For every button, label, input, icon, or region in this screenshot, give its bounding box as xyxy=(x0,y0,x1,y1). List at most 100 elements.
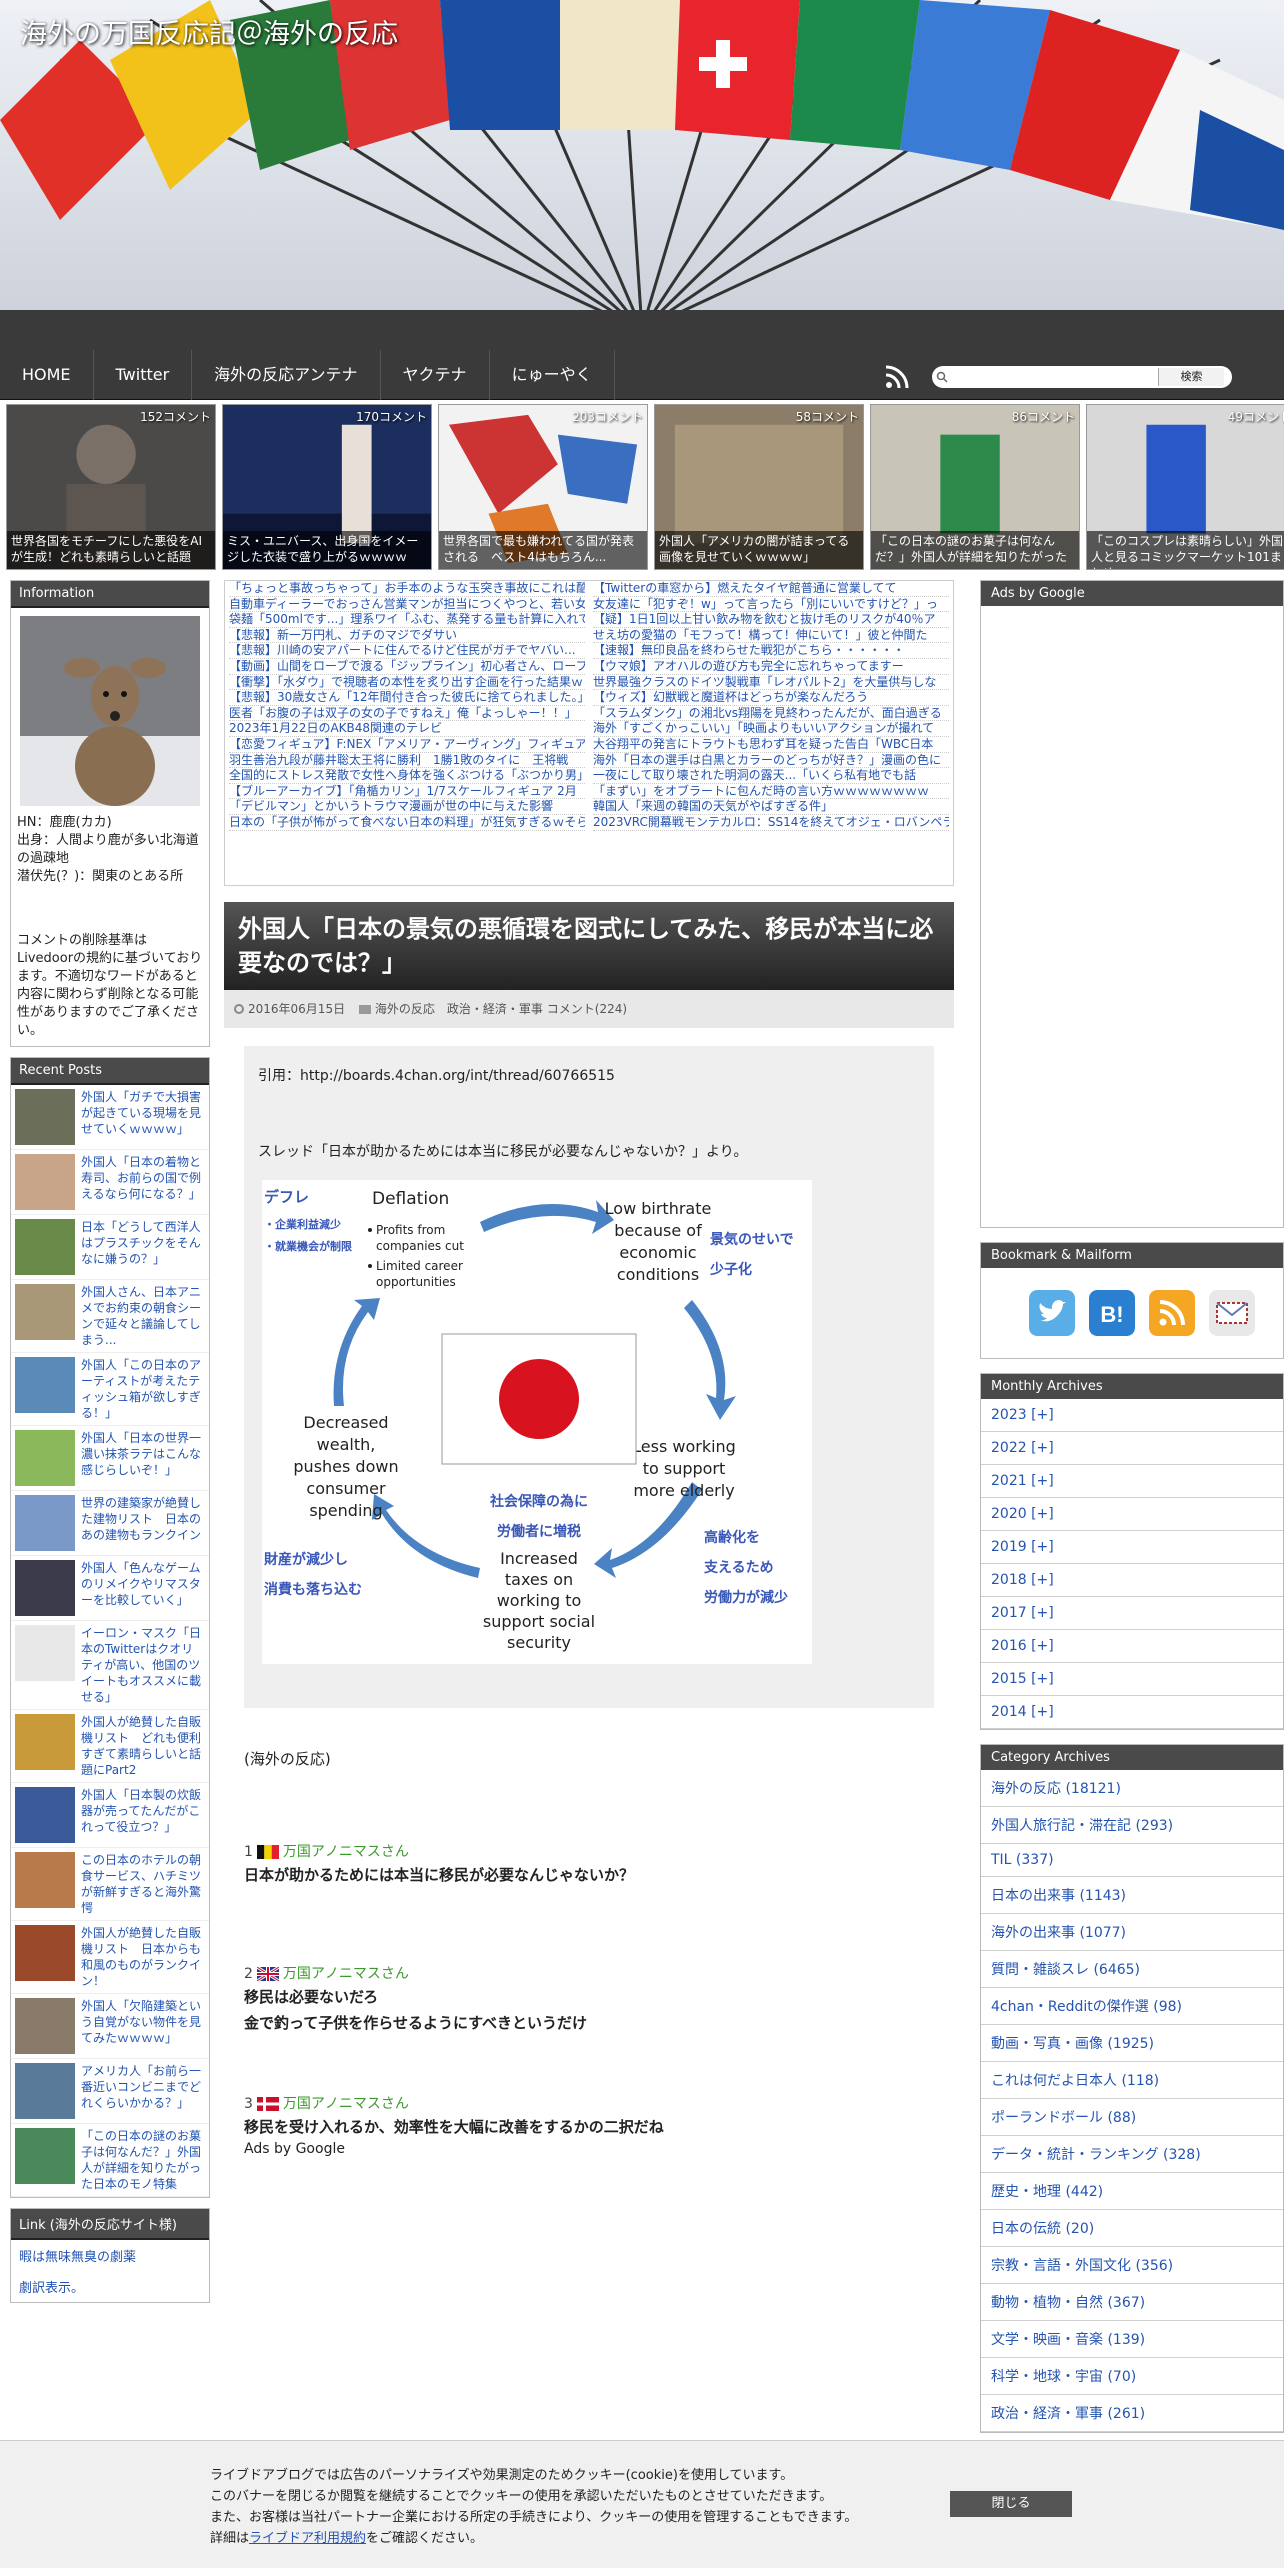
recent-post-link[interactable]: アメリカ人「お前ら一番近いコンビニまでどれくらいかかる？」 xyxy=(81,2063,205,2119)
article-title[interactable]: 外国人「日本の景気の悪循環を図式にしてみた、移民が本当に必要なのでは？」 xyxy=(224,902,954,990)
recent-post-link[interactable]: 外国人「欠陥建築という自覚がない物件を見てみたｗｗｗｗ」 xyxy=(81,1998,205,2054)
nav-antenna[interactable]: 海外の反応アンテナ xyxy=(192,350,381,400)
antenna-link[interactable]: 全国的にストレス発散で女性へ身体を強くぶつける「ぶつかり男」 xyxy=(229,768,585,784)
search-button[interactable]: 検索 xyxy=(1158,368,1224,386)
antenna-link[interactable]: 【恋愛フィギュア】F:NEX「アメリア・アーヴィング」フィギュア xyxy=(229,737,585,753)
category-link[interactable]: 日本の出来事 (1143) xyxy=(991,1888,1126,1904)
partner-link[interactable]: 劇訳表示。 xyxy=(19,2281,84,2296)
post-category[interactable]: 海外の反応 政治・経済・軍事 xyxy=(375,1002,543,1016)
category-link[interactable]: 政治・経済・軍事 (261) xyxy=(991,2406,1145,2422)
partner-link[interactable]: 暇は無味無臭の劇薬 xyxy=(19,2250,136,2265)
recent-post[interactable]: 外国人「ガチで大損害が起きている現場を見せていくｗｗｗｗ」 xyxy=(11,1085,209,1150)
antenna-link[interactable]: 【動画】山間をローブで渡る「ジップライン」初心者さん、ロープ xyxy=(229,659,585,675)
category-link[interactable]: 日本の伝統 (20) xyxy=(991,2221,1094,2237)
thumb-item[interactable]: 152コメント 世界各国をモチーフにした悪役をAIが生成！どれも素晴らしいと話題 xyxy=(6,404,216,570)
recent-post-link[interactable]: 外国人「日本製の炊飯器が売ってたんだがこれって役立つ？」 xyxy=(81,1787,205,1843)
hatena-bookmark-icon[interactable]: B! xyxy=(1089,1290,1135,1336)
category-link[interactable]: 科学・地球・宇宙 (70) xyxy=(991,2369,1136,2385)
category-link[interactable]: 動物・植物・自然 (367) xyxy=(991,2295,1145,2311)
antenna-link[interactable]: 【ブルーアーカイブ】「角楯カリン」1/7スケールフィギュア 2月 xyxy=(229,784,585,800)
recent-post-link[interactable]: 世界の建築家が絶賛した建物リスト 日本のあの建物もランクイン xyxy=(81,1495,205,1551)
category-link[interactable]: 外国人旅行記・滞在記 (293) xyxy=(991,1818,1173,1834)
thumb-item[interactable]: 49コメント 「このコスプレは素晴らしい」外国人と見るコミックマーケット101ま… xyxy=(1086,404,1284,570)
thumb-title[interactable]: 「この日本の謎のお菓子は何なんだ？」外国人が詳細を知りたがった xyxy=(871,531,1079,569)
thumb-item[interactable]: 170コメント ミス・ユニバース、出身国をイメージした衣装で盛り上がるｗｗｗｗ xyxy=(222,404,432,570)
recent-post[interactable]: 外国人が絶賛した自販機リスト どれも便利すぎて素晴らしいと話題にPart2 xyxy=(11,1710,209,1783)
recent-post[interactable]: イーロン・マスク「日本のTwitterはクオリティが高い、他国のツイートもオスス… xyxy=(11,1621,209,1710)
antenna-link[interactable]: 「ちょっと事故っちゃって」お手本のような玉突き事故にこれは酷い xyxy=(229,581,585,597)
recent-post[interactable]: 外国人「日本の着物と寿司、お前らの国で例えるなら何になる？」 xyxy=(11,1150,209,1215)
archive-year-link[interactable]: 2023 [+] xyxy=(991,1407,1054,1423)
recent-post-link[interactable]: 外国人「色んなゲームのリメイクやリマスターを比較していく」 xyxy=(81,1560,205,1616)
antenna-link[interactable]: 「デビルマン」とかいうトラウマ漫画が世の中に与えた影響 xyxy=(229,799,585,815)
antenna-link[interactable]: 【衝撃】「水ダウ」で視聴者の本性を炙り出す企画を行った結果ｗ xyxy=(229,675,585,691)
antenna-link[interactable]: 海外「すごくかっこいい」「映画よりもいいアクションが撮れて xyxy=(593,721,949,737)
antenna-link[interactable]: 韓国人「来週の韓国の天気がやばすぎる件」 xyxy=(593,799,949,815)
antenna-link[interactable]: 【悲報】川崎の安アパートに住んでるけど住民がガチでヤバい... xyxy=(229,643,585,659)
nav-twitter[interactable]: Twitter xyxy=(94,350,193,400)
archive-year-link[interactable]: 2022 [+] xyxy=(991,1440,1054,1456)
recent-post-link[interactable]: 「この日本の謎のお菓子は何なんだ？」外国人が詳細を知りたがった日本のモノ特集 xyxy=(81,2128,205,2192)
category-link[interactable]: 海外の出来事 (1077) xyxy=(991,1925,1126,1941)
thumb-title[interactable]: 世界各国で最も嫌われてる国が発表される ベスト4はもちろん... xyxy=(439,531,647,569)
category-link[interactable]: 海外の反応 (18121) xyxy=(991,1781,1121,1797)
recent-post[interactable]: アメリカ人「お前ら一番近いコンビニまでどれくらいかかる？」 xyxy=(11,2059,209,2124)
recent-post[interactable]: 外国人さん、日本アニメでお約束の朝食シーンで延々と議論してしまう... xyxy=(11,1280,209,1353)
category-link[interactable]: TIL (337) xyxy=(991,1852,1054,1868)
category-link[interactable]: ポーランドボール (88) xyxy=(991,2110,1136,2126)
antenna-link[interactable]: 世界最強クラスのドイツ製戦車「レオパルト2」を大量供与しな xyxy=(593,675,949,691)
antenna-link[interactable]: 「スラムダンク」の湘北vs翔陽を見終わったんだが、面白過ぎる xyxy=(593,706,949,722)
recent-post-link[interactable]: 外国人「日本の着物と寿司、お前らの国で例えるなら何になる？」 xyxy=(81,1154,205,1210)
antenna-link[interactable]: 【Twitterの車窓から】燃えたタイヤ館普通に営業してて xyxy=(593,581,949,597)
twitter-icon[interactable] xyxy=(1029,1290,1075,1336)
category-link[interactable]: 質問・雑談スレ (6465) xyxy=(991,1962,1140,1978)
thumb-title[interactable]: 世界各国をモチーフにした悪役をAIが生成！どれも素晴らしいと話題 xyxy=(7,531,215,569)
archive-year-link[interactable]: 2020 [+] xyxy=(991,1506,1054,1522)
recent-post-link[interactable]: 外国人「この日本のアーティストが考えたティッシュ箱が欲しすぎる！」 xyxy=(81,1357,205,1421)
category-link[interactable]: 4chan・Redditの傑作選 (98) xyxy=(991,1999,1182,2015)
thumb-item[interactable]: 203コメント 世界各国で最も嫌われてる国が発表される ベスト4はもちろん... xyxy=(438,404,648,570)
recent-post[interactable]: 外国人「日本製の炊飯器が売ってたんだがこれって役立つ？」 xyxy=(11,1783,209,1848)
antenna-link[interactable]: 2023年1月22日のAKB48関連のテレビ xyxy=(229,721,585,737)
mail-icon[interactable] xyxy=(1209,1290,1255,1336)
category-link[interactable]: 歴史・地理 (442) xyxy=(991,2184,1103,2200)
nav-home[interactable]: HOME xyxy=(0,350,94,400)
terms-link[interactable]: ライブドア利用規約 xyxy=(249,2531,366,2546)
recent-post-link[interactable]: 外国人「ガチで大損害が起きている現場を見せていくｗｗｗｗ」 xyxy=(81,1089,205,1145)
archive-year-link[interactable]: 2016 [+] xyxy=(991,1638,1054,1654)
antenna-link[interactable]: 医者「お腹の子は双子の女の子ですねえ」俺「よっしゃー！！」 xyxy=(229,706,585,722)
recent-post[interactable]: 外国人「欠陥建築という自覚がない物件を見てみたｗｗｗｗ」 xyxy=(11,1994,209,2059)
antenna-link[interactable]: 日本の「子供が怖がって食べない日本の料理」が狂気すぎるｗそらね xyxy=(229,815,585,831)
thumb-item[interactable]: 86コメント 「この日本の謎のお菓子は何なんだ？」外国人が詳細を知りたがった xyxy=(870,404,1080,570)
antenna-link[interactable]: 「まずい」をオブラートに包んだ時の言い方ｗｗｗｗｗｗｗｗ xyxy=(593,784,949,800)
antenna-link[interactable]: 【悲報】新一万円札、ガチのマジでダサい xyxy=(229,628,585,644)
category-link[interactable]: これは何だよ日本人 (118) xyxy=(991,2073,1159,2089)
recent-post-link[interactable]: 外国人「日本の世界一濃い抹茶ラテはこんな感じらしいぞ！」 xyxy=(81,1430,205,1486)
nav-nyuyaku[interactable]: にゅーやく xyxy=(490,350,615,400)
rss-icon[interactable] xyxy=(884,364,910,390)
category-link[interactable]: 宗教・言語・外国文化 (356) xyxy=(991,2258,1173,2274)
archive-year-link[interactable]: 2017 [+] xyxy=(991,1605,1054,1621)
archive-year-link[interactable]: 2015 [+] xyxy=(991,1671,1054,1687)
antenna-link[interactable]: 2023VRC開幕戦モンテカルロ：SS14を終えてオジェ・ロバンペラ xyxy=(593,815,949,831)
antenna-link[interactable]: 【ウィズ】幻獣戦と魔道杯はどっちが楽なんだろう xyxy=(593,690,949,706)
recent-post-link[interactable]: この日本のホテルの朝食サービス、ハチミツが新鮮すぎると海外驚愕 xyxy=(81,1852,205,1916)
antenna-link[interactable]: 袋麺「500mlです...」理系ワイ「ふむ、蒸発する量も計算に入れて」 xyxy=(229,612,585,628)
antenna-link[interactable]: 大谷翔平の発言にトラウトも思わず耳を疑った告白「WBC日本 xyxy=(593,737,949,753)
antenna-link[interactable]: 一夜にして取り壊された明洞の露天...「いくら私有地でも話 xyxy=(593,768,949,784)
archive-year-link[interactable]: 2019 [+] xyxy=(991,1539,1054,1555)
recent-post[interactable]: 外国人「色んなゲームのリメイクやリマスターを比較していく」 xyxy=(11,1556,209,1621)
archive-year-link[interactable]: 2021 [+] xyxy=(991,1473,1054,1489)
recent-post[interactable]: 世界の建築家が絶賛した建物リスト 日本のあの建物もランクイン xyxy=(11,1491,209,1556)
rss-feed-icon[interactable] xyxy=(1149,1290,1195,1336)
recent-post[interactable]: この日本のホテルの朝食サービス、ハチミツが新鮮すぎると海外驚愕 xyxy=(11,1848,209,1921)
antenna-link[interactable]: 海外「日本の選手は白黒とカラーのどっちが好き？」漫画の色に xyxy=(593,753,949,769)
recent-post-link[interactable]: 外国人が絶賛した自販機リスト 日本からも和風のものがランクイン！ xyxy=(81,1925,205,1989)
post-comments-link[interactable]: コメント(224) xyxy=(547,1002,627,1016)
category-link[interactable]: 動画・写真・画像 (1925) xyxy=(991,2036,1154,2052)
recent-post[interactable]: 外国人「日本の世界一濃い抹茶ラテはこんな感じらしいぞ！」 xyxy=(11,1426,209,1491)
recent-post-link[interactable]: 外国人が絶賛した自販機リスト どれも便利すぎて素晴らしいと話題にPart2 xyxy=(81,1714,205,1778)
thumb-title[interactable]: 外国人「アメリカの闇が詰まってる画像を見せていくｗｗｗｗ」 xyxy=(655,531,863,569)
recent-post[interactable]: 「この日本の謎のお菓子は何なんだ？」外国人が詳細を知りたがった日本のモノ特集 xyxy=(11,2124,209,2197)
category-link[interactable]: 文学・映画・音楽 (139) xyxy=(991,2332,1145,2348)
